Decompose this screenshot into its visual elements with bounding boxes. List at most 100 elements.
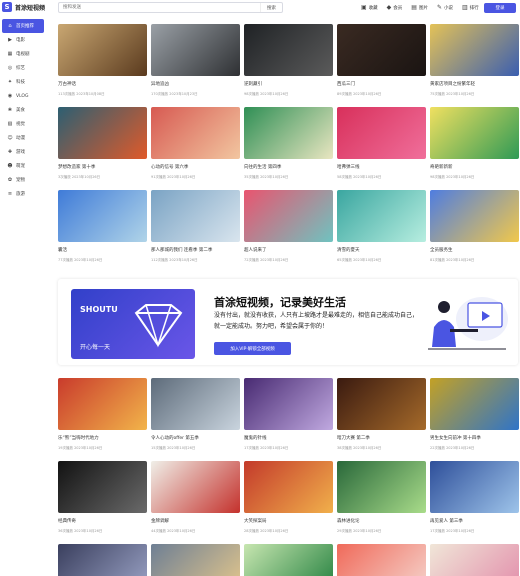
- video-thumbnail[interactable]: [151, 24, 240, 76]
- video-title[interactable]: 再见爱人 第三季: [430, 518, 519, 524]
- video-title[interactable]: 暗刀大赛 第二季: [337, 435, 426, 441]
- sidebar-item-8[interactable]: ☺ 动漫: [0, 131, 46, 145]
- video-card[interactable]: 那人那城的我们 连看季 第二季 112次播放 2023年10月26日: [151, 190, 240, 263]
- video-title[interactable]: 万古神话: [58, 81, 147, 87]
- video-card[interactable]: 心动的信号 第六季 91次播放 2023年10月26日: [151, 107, 240, 180]
- video-title[interactable]: 魔鬼的针线: [244, 435, 333, 441]
- video-card[interactable]: 再见爱人 第三季 17次播放 2023年10月26日: [430, 461, 519, 534]
- video-title[interactable]: 逆刺藏引: [244, 81, 333, 87]
- video-title[interactable]: 奇葩新新新: [430, 164, 519, 170]
- video-card[interactable]: 黄家店项目之纷繁年轻 75次播放 2023年10月26日: [430, 24, 519, 97]
- video-title[interactable]: 异地追凶: [151, 81, 240, 87]
- video-title[interactable]: 囊活: [58, 247, 147, 253]
- video-thumbnail[interactable]: [337, 190, 426, 242]
- video-card[interactable]: [151, 544, 240, 576]
- video-card[interactable]: 经典传奇 36次播放 2023年10月26日: [58, 461, 147, 534]
- video-thumbnail[interactable]: [430, 461, 519, 513]
- video-thumbnail[interactable]: [337, 461, 426, 513]
- video-card[interactable]: 暗刀大赛 第二季 38次播放 2023年10月26日: [337, 378, 426, 451]
- video-title[interactable]: 金牌调解: [151, 518, 240, 524]
- video-card[interactable]: 全员服务生 81次播放 2023年10月26日: [430, 190, 519, 263]
- video-thumbnail[interactable]: [244, 24, 333, 76]
- video-title[interactable]: 超人说来了: [244, 247, 333, 253]
- video-title[interactable]: 那人那城的我们 连看季 第二季: [151, 247, 240, 253]
- video-card[interactable]: 大笑探案局 28次播放 2023年10月26日: [244, 461, 333, 534]
- video-card[interactable]: 金牌调解 44次播放 2023年10月26日: [151, 461, 240, 534]
- video-card[interactable]: 梦想改造家 第十季 3次播放 2023年10月26日: [58, 107, 147, 180]
- video-thumbnail[interactable]: [244, 190, 333, 242]
- video-card[interactable]: 囊活 77次播放 2023年10月26日: [58, 190, 147, 263]
- video-title[interactable]: 向往的生活 第四季: [244, 164, 333, 170]
- video-card[interactable]: [430, 544, 519, 576]
- sidebar-item-0[interactable]: ⌂ 首页推荐: [2, 19, 44, 33]
- video-card[interactable]: 异地追凶 170次播放 2023年10月23日: [151, 24, 240, 97]
- video-thumbnail[interactable]: [337, 24, 426, 76]
- sidebar-item-11[interactable]: ✿ 宠物: [0, 173, 46, 187]
- video-thumbnail[interactable]: [58, 461, 147, 513]
- sidebar-item-1[interactable]: ▶ 电影: [0, 33, 46, 47]
- video-title[interactable]: 黄家店项目之纷繁年轻: [430, 81, 519, 87]
- sidebar-item-6[interactable]: ❀ 美食: [0, 103, 46, 117]
- video-thumbnail[interactable]: [337, 107, 426, 159]
- video-title[interactable]: 梦想改造家 第十季: [58, 164, 147, 170]
- sidebar-item-12[interactable]: ≡ 旅游: [0, 187, 46, 201]
- video-title[interactable]: 大笑探案局: [244, 518, 333, 524]
- video-thumbnail[interactable]: [151, 378, 240, 430]
- logo[interactable]: S 首涂短视频: [2, 2, 45, 12]
- video-title[interactable]: 经典传奇: [58, 518, 147, 524]
- video-thumbnail[interactable]: [430, 544, 519, 576]
- video-title[interactable]: 森林进化论: [337, 518, 426, 524]
- sidebar-item-10[interactable]: ☻ 萌宠: [0, 159, 46, 173]
- video-thumbnail[interactable]: [244, 544, 333, 576]
- video-title[interactable]: 令人心动的offer 第五季: [151, 435, 240, 441]
- video-thumbnail[interactable]: [430, 107, 519, 159]
- video-thumbnail[interactable]: [151, 190, 240, 242]
- sidebar-item-2[interactable]: ▦ 电视剧: [0, 47, 46, 61]
- video-card[interactable]: [58, 544, 147, 576]
- video-thumbnail[interactable]: [58, 107, 147, 159]
- video-card[interactable]: 万古神话 113次播放 2023年10月08日: [58, 24, 147, 97]
- video-thumbnail[interactable]: [244, 107, 333, 159]
- video-thumbnail[interactable]: [244, 378, 333, 430]
- video-card[interactable]: 男生女生向前冲 第十四季 22次播放 2023年10月26日: [430, 378, 519, 451]
- video-card[interactable]: 令人心动的offer 第五季 15次播放 2023年10月26日: [151, 378, 240, 451]
- video-thumbnail[interactable]: [337, 544, 426, 576]
- video-thumbnail[interactable]: [151, 107, 240, 159]
- video-card[interactable]: 森林进化论 29次播放 2023年10月26日: [337, 461, 426, 534]
- sidebar-item-3[interactable]: ◎ 综艺: [0, 61, 46, 75]
- video-card[interactable]: 清雪的夏天 65次播放 2023年10月26日: [337, 190, 426, 263]
- video-title[interactable]: 哈弗弹三线: [337, 164, 426, 170]
- sidebar-item-7[interactable]: ▧ 视觉: [0, 117, 46, 131]
- vip-button[interactable]: 加入VIP·解锁全部视频: [214, 342, 291, 355]
- video-card[interactable]: 奇葩新新新 98次播放 2023年10月26日: [430, 107, 519, 180]
- header-link-4[interactable]: ▥ 排行: [462, 4, 479, 11]
- search-input[interactable]: [59, 3, 260, 12]
- video-thumbnail[interactable]: [151, 544, 240, 576]
- video-thumbnail[interactable]: [430, 190, 519, 242]
- video-thumbnail[interactable]: [58, 24, 147, 76]
- video-title[interactable]: 乐“熊”当嗨时代地力: [58, 435, 147, 441]
- video-thumbnail[interactable]: [58, 190, 147, 242]
- video-card[interactable]: 西瓜三门 89次播放 2023年10月26日: [337, 24, 426, 97]
- header-link-3[interactable]: ✎ 小说: [437, 4, 453, 11]
- video-title[interactable]: 全员服务生: [430, 247, 519, 253]
- video-thumbnail[interactable]: [244, 461, 333, 513]
- video-thumbnail[interactable]: [151, 461, 240, 513]
- video-card[interactable]: 逆刺藏引 98次播放 2023年10月26日: [244, 24, 333, 97]
- video-thumbnail[interactable]: [58, 544, 147, 576]
- sidebar-item-4[interactable]: ✦ 科技: [0, 75, 46, 89]
- video-title[interactable]: 心动的信号 第六季: [151, 164, 240, 170]
- search-button[interactable]: 搜索: [260, 3, 282, 12]
- login-button[interactable]: 登录: [484, 3, 516, 13]
- sidebar-item-9[interactable]: ✚ 游戏: [0, 145, 46, 159]
- video-title[interactable]: 男生女生向前冲 第十四季: [430, 435, 519, 441]
- video-title[interactable]: 西瓜三门: [337, 81, 426, 87]
- video-thumbnail[interactable]: [337, 378, 426, 430]
- video-card[interactable]: [244, 544, 333, 576]
- video-thumbnail[interactable]: [430, 378, 519, 430]
- video-card[interactable]: 哈弗弹三线 58次播放 2023年10月26日: [337, 107, 426, 180]
- video-card[interactable]: 向往的生活 第四季 35次播放 2023年10月26日: [244, 107, 333, 180]
- video-card[interactable]: 超人说来了 72次播放 2023年10月26日: [244, 190, 333, 263]
- video-card[interactable]: 乐“熊”当嗨时代地力 19次播放 2023年10月26日: [58, 378, 147, 451]
- header-link-2[interactable]: ▤ 图片: [411, 4, 428, 11]
